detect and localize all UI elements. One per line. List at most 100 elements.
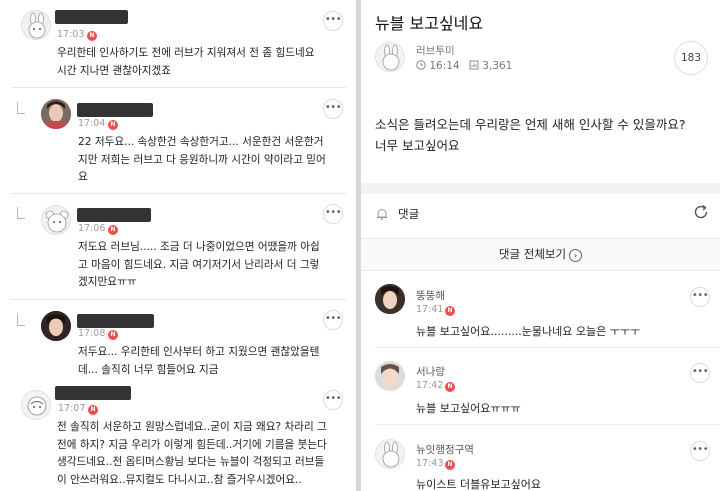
- more-options-button[interactable]: •••: [690, 363, 710, 383]
- redacted-username: [77, 314, 154, 328]
- comment-text: 뉴블 보고싶어요.........눈물나네요 오늘은 ㅜㅜㅜ: [416, 325, 641, 338]
- comment-line: 지만 저희는 러브고 다 응원하니까 시간이 약이라고 믿어: [78, 153, 326, 166]
- bunny-avatar-icon: [28, 12, 46, 39]
- avatar[interactable]: [375, 361, 405, 391]
- new-badge: N: [88, 405, 98, 415]
- profile-photo-icon: [375, 284, 405, 314]
- comment-line: 전 솔직히 서운하고 원망스럽네요..굳이 지금 왜요? 차라리 그: [57, 421, 327, 433]
- comment-line: 저도요 러브님..... 조금 더 나중이었으면 어땠을까 아쉽: [78, 241, 320, 253]
- new-badge: N: [87, 31, 97, 41]
- comment-time: 17:06: [78, 223, 106, 234]
- more-options-button[interactable]: •••: [323, 310, 343, 330]
- comment-line: 22 저두요... 속상한건 속상한거고... 서운한건 서운한거: [78, 136, 324, 148]
- post-panel: 뉴블 보고싶네요 러브투미 16:14 3,361 183 소식은 들려오는데 …: [361, 0, 720, 491]
- post-views: 3,361: [482, 60, 513, 72]
- avatar[interactable]: [41, 311, 71, 341]
- new-badge: N: [108, 225, 118, 235]
- comment-text: 저두요... 우리한테 인사부터 하고 지웠으면 괜찮았을텐 데... 솔직히 …: [78, 344, 319, 379]
- comment-line: 우리한테 인사하기도 전에 러브가 지워져서 전 좀 힘드네요: [57, 47, 315, 59]
- more-options-button[interactable]: •••: [690, 441, 710, 461]
- new-badge: N: [108, 120, 118, 130]
- comment-text: 전 솔직히 서운하고 원망스럽네요..굳이 지금 왜요? 차라리 그 전에 하지…: [57, 419, 327, 489]
- comment-line: 고 마음이 힘드네요. 지금 여기저기서 난리라서 더 그렇: [78, 258, 320, 271]
- redacted-username: [77, 103, 153, 117]
- comment-item: 17:06 N ••• 저도요 러브님..... 조금 더 나중이었으면 어땠을…: [0, 194, 356, 300]
- refresh-icon[interactable]: [692, 203, 710, 221]
- redacted-username: [55, 10, 128, 24]
- doodle-avatar-icon: [27, 396, 47, 416]
- more-options-button[interactable]: •••: [690, 287, 710, 307]
- post-meta: 16:14 3,361: [416, 60, 512, 72]
- comment-text: 22 저두요... 속상한건 속상한거고... 서운한건 서운한거 지만 저희는…: [78, 134, 326, 187]
- comment-item: 17:03 N ••• 우리한테 인사하기도 전에 러브가 지워져서 전 좀 힘…: [0, 0, 356, 88]
- comment-time: 17:08: [78, 328, 106, 339]
- avatar[interactable]: [41, 205, 71, 235]
- new-badge: N: [108, 330, 118, 340]
- comment-line: 데... 솔직히 너무 힘들어요 지금: [78, 363, 219, 376]
- profile-photo-icon: [41, 311, 71, 341]
- clock-icon: [416, 60, 426, 70]
- comment-text: 뉴블 보고싶어요ㅠㅠㅠ: [416, 402, 521, 415]
- comment-text: 뉴이스트 더블유보고싶어요: [416, 478, 541, 491]
- bunny-avatar-icon: [382, 441, 400, 468]
- comment-line: 이 안쓰러워요..뮤지컬도 다니시고..참 즐거우시겠어요..: [57, 473, 302, 486]
- new-badge: N: [445, 460, 455, 470]
- avatar[interactable]: [21, 390, 51, 420]
- avatar[interactable]: [375, 284, 405, 314]
- comment-text: 우리한테 인사하기도 전에 러브가 지워져서 전 좀 힘드네요 시간 지나면 괜…: [57, 45, 314, 80]
- comment-item: 17:07 N ••• 전 솔직히 서운하고 원망스럽네요..굳이 지금 왜요?…: [0, 384, 356, 491]
- left-comment-panel: 17:03 N ••• 우리한테 인사하기도 전에 러브가 지워져서 전 좀 힘…: [0, 0, 356, 491]
- avatar[interactable]: [41, 99, 71, 129]
- view-all-label: 댓글 전체보기: [498, 247, 567, 261]
- comment-line: 전에 하지? 지금 우리가 이렇게 힘든데..거기에 기름을 붓는다: [57, 438, 327, 451]
- commenter-name[interactable]: 서나랑: [416, 364, 445, 379]
- profile-photo-icon: [375, 361, 405, 391]
- comment-time: 17:43: [416, 458, 444, 469]
- view-all-comments-button[interactable]: 댓글 전체보기 ›: [361, 238, 720, 271]
- reply-arrow-icon: [17, 207, 25, 219]
- comment-item: 17:04 N ••• 22 저두요... 속상한건 속상한거고... 서운한건…: [0, 88, 356, 194]
- avatar[interactable]: [375, 439, 405, 469]
- divider: [375, 347, 720, 348]
- author-name[interactable]: 러브투미: [416, 43, 455, 58]
- bunny-avatar-icon: [382, 44, 400, 71]
- comment-time: 17:03: [57, 29, 85, 40]
- bear-avatar-icon: [45, 210, 69, 233]
- section-separator: [361, 183, 720, 194]
- post-time: 16:14: [429, 60, 460, 72]
- comment-line: 시간 지나면 괜찮아지겠죠: [57, 64, 171, 77]
- comment-text: 저도요 러브님..... 조금 더 나중이었으면 어땠을까 아쉽 고 마음이 힘…: [78, 239, 320, 292]
- commenter-name[interactable]: 뚱뚱해: [416, 288, 445, 303]
- new-badge: N: [445, 306, 455, 316]
- redacted-username: [55, 386, 131, 400]
- more-options-button[interactable]: •••: [323, 11, 343, 31]
- comment-line: 겠지만요ㅠㅠ: [78, 276, 137, 288]
- profile-photo-icon: [41, 99, 71, 129]
- comment-time: 17:42: [416, 380, 444, 391]
- bell-icon[interactable]: [375, 207, 389, 221]
- comment-time: 17:41: [416, 304, 444, 315]
- post-body: 소식은 들려오는데 우리랑은 언제 새해 인사할 수 있을까요? 너무 보고싶어…: [375, 115, 685, 156]
- more-options-button[interactable]: •••: [323, 204, 343, 224]
- comment-time: 17:07: [58, 403, 86, 414]
- reply-arrow-icon: [17, 314, 25, 326]
- new-badge: N: [445, 382, 455, 392]
- comment-time: 17:04: [78, 118, 106, 129]
- comment-line: 요: [78, 171, 88, 183]
- redacted-username: [77, 208, 151, 222]
- post-title: 뉴블 보고싶네요: [375, 14, 484, 33]
- more-options-button[interactable]: •••: [323, 390, 343, 410]
- post-body-line: 소식은 들려오는데 우리랑은 언제 새해 인사할 수 있을까요?: [375, 117, 686, 132]
- views-icon: [469, 60, 479, 70]
- more-options-button[interactable]: •••: [323, 99, 343, 119]
- comments-header: 댓글: [398, 207, 420, 221]
- comment-count-badge[interactable]: 183: [674, 41, 708, 75]
- comment-line: 저두요... 우리한테 인사부터 하고 지웠으면 괜찮았을텐: [78, 346, 320, 358]
- comment-item: 17:08 N ••• 저두요... 우리한테 인사부터 하고 지웠으면 괜찮았…: [0, 300, 356, 384]
- commenter-name[interactable]: 뉴잇행정구역: [416, 442, 474, 457]
- comment-line: 생각드네요..전 옵티머스황님 보다는 뉴블이 걱정되고 러브들: [57, 456, 325, 468]
- author-avatar[interactable]: [375, 42, 405, 72]
- post-body-line: 너무 보고싶어요: [375, 137, 460, 153]
- avatar[interactable]: [21, 10, 51, 40]
- reply-arrow-icon: [17, 102, 25, 114]
